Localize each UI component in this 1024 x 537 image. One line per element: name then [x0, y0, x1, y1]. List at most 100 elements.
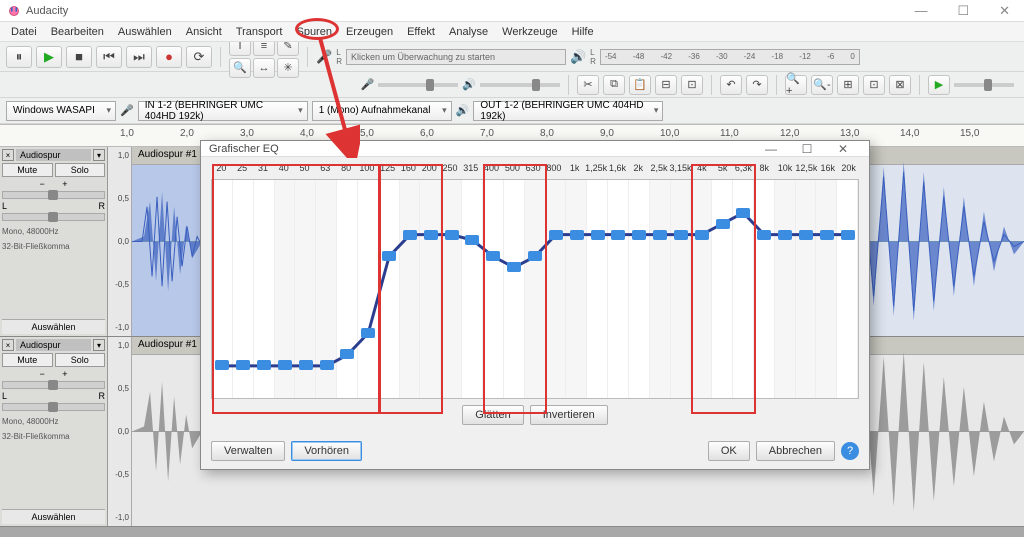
gain-slider[interactable] [2, 381, 105, 389]
eq-band-slider-100[interactable] [361, 328, 375, 338]
menu-transport[interactable]: Transport [229, 24, 290, 40]
pan-slider[interactable] [2, 213, 105, 221]
maximize-button[interactable]: ☐ [951, 3, 975, 19]
track-select-button[interactable]: Auswählen [2, 319, 105, 334]
eq-band-slider-1,6k[interactable] [611, 230, 625, 240]
menu-bearbeiten[interactable]: Bearbeiten [44, 24, 111, 40]
eq-band-slider-400[interactable] [486, 251, 500, 261]
audio-host-combo[interactable]: Windows WASAPI [6, 101, 116, 121]
eq-band-slider-25[interactable] [236, 360, 250, 370]
eq-band-slider-80[interactable] [340, 349, 354, 359]
menu-datei[interactable]: Datei [4, 24, 44, 40]
output-device-combo[interactable]: OUT 1-2 (BEHRINGER UMC 404HD 192k) [473, 101, 663, 121]
menu-erzeugen[interactable]: Erzeugen [339, 24, 400, 40]
pause-button[interactable]: ⏸ [6, 46, 32, 68]
eq-band-slider-3,15k[interactable] [674, 230, 688, 240]
input-device-combo[interactable]: IN 1-2 (BEHRINGER UMC 404HD 192k) [138, 101, 308, 121]
cancel-button[interactable]: Abbrechen [756, 441, 835, 461]
eq-band-slider-12,5k[interactable] [799, 230, 813, 240]
track-menu-button[interactable]: ▾ [93, 339, 105, 351]
trim-button[interactable]: ⊟ [655, 75, 677, 95]
playback-meter[interactable]: -54-48-42-36-30-24-18-12-60 [600, 49, 860, 65]
invert-button[interactable]: Invertieren [530, 405, 608, 425]
eq-band-slider-40[interactable] [278, 360, 292, 370]
eq-band-slider-10k[interactable] [778, 230, 792, 240]
eq-band-slider-125[interactable] [382, 251, 396, 261]
zoom-toggle-button[interactable]: ⊠ [889, 75, 911, 95]
paste-button[interactable]: 📋 [629, 75, 651, 95]
eq-band-slider-31[interactable] [257, 360, 271, 370]
record-button[interactable]: ● [156, 46, 182, 68]
mute-button[interactable]: Mute [2, 353, 53, 367]
eq-band-slider-250[interactable] [445, 230, 459, 240]
dialog-maximize-button[interactable]: ☐ [789, 142, 825, 156]
eq-band-slider-2k[interactable] [632, 230, 646, 240]
eq-band-slider-20[interactable] [215, 360, 229, 370]
playback-volume-slider[interactable] [480, 83, 560, 87]
menu-ansicht[interactable]: Ansicht [179, 24, 229, 40]
mute-button[interactable]: Mute [2, 163, 53, 177]
stop-button[interactable]: ■ [66, 46, 92, 68]
menu-effekt[interactable]: Effekt [400, 24, 442, 40]
eq-band-slider-500[interactable] [507, 262, 521, 272]
preview-button[interactable]: Vorhören [291, 441, 362, 461]
mic-volume-slider[interactable] [378, 83, 458, 87]
dialog-titlebar[interactable]: Grafischer EQ — ☐ ✕ [201, 141, 869, 157]
play-speed-slider[interactable] [954, 83, 1014, 87]
cut-button[interactable]: ✂ [577, 75, 599, 95]
track-menu-button[interactable]: ▾ [93, 149, 105, 161]
skip-end-button[interactable]: ⏭ [126, 46, 152, 68]
menu-analyse[interactable]: Analyse [442, 24, 495, 40]
skip-start-button[interactable]: ⏮ [96, 46, 122, 68]
play-button[interactable]: ▶ [36, 46, 62, 68]
dialog-close-button[interactable]: ✕ [825, 142, 861, 156]
timeshift-tool[interactable]: ↔ [253, 58, 275, 78]
solo-button[interactable]: Solo [55, 163, 106, 177]
fit-selection-button[interactable]: ⊞ [837, 75, 859, 95]
minimize-button[interactable]: — [908, 3, 933, 19]
flatten-button[interactable]: Glätten [462, 405, 523, 425]
track-name[interactable]: Audiospur [16, 339, 91, 351]
eq-band-slider-20k[interactable] [841, 230, 855, 240]
track-close-button[interactable]: × [2, 339, 14, 351]
close-button[interactable]: ✕ [993, 3, 1016, 19]
ok-button[interactable]: OK [708, 441, 750, 461]
manage-button[interactable]: Verwalten [211, 441, 285, 461]
dialog-minimize-button[interactable]: — [753, 142, 789, 156]
eq-band-slider-800[interactable] [549, 230, 563, 240]
eq-band-slider-50[interactable] [299, 360, 313, 370]
menu-werkzeuge[interactable]: Werkzeuge [495, 24, 564, 40]
eq-band-slider-315[interactable] [465, 235, 479, 245]
silence-button[interactable]: ⊡ [681, 75, 703, 95]
eq-band-slider-1,25k[interactable] [591, 230, 605, 240]
eq-band-slider-6,3k[interactable] [736, 208, 750, 218]
input-channels-combo[interactable]: 1 (Mono) Aufnahmekanal [312, 101, 452, 121]
multi-tool[interactable]: ✳ [277, 58, 299, 78]
eq-band-slider-16k[interactable] [820, 230, 834, 240]
track-close-button[interactable]: × [2, 149, 14, 161]
menu-spuren[interactable]: Spuren [289, 24, 338, 40]
redo-button[interactable]: ↷ [746, 75, 768, 95]
gain-slider[interactable] [2, 191, 105, 199]
menu-auswaehlen[interactable]: Auswählen [111, 24, 179, 40]
eq-band-slider-160[interactable] [403, 230, 417, 240]
eq-band-slider-63[interactable] [320, 360, 334, 370]
solo-button[interactable]: Solo [55, 353, 106, 367]
menu-hilfe[interactable]: Hilfe [565, 24, 601, 40]
fit-project-button[interactable]: ⊡ [863, 75, 885, 95]
eq-band-slider-8k[interactable] [757, 230, 771, 240]
pan-slider[interactable] [2, 403, 105, 411]
eq-graph[interactable] [211, 179, 859, 399]
zoom-out-button[interactable]: 🔍- [811, 75, 833, 95]
help-button[interactable]: ? [841, 442, 859, 460]
eq-band-slider-1k[interactable] [570, 230, 584, 240]
copy-button[interactable]: ⧉ [603, 75, 625, 95]
track-name[interactable]: Audiospur [16, 149, 91, 161]
eq-band-slider-4k[interactable] [695, 230, 709, 240]
eq-band-slider-2,5k[interactable] [653, 230, 667, 240]
recording-meter[interactable]: Klicken um Überwachung zu starten [346, 49, 566, 65]
zoom-tool[interactable]: 🔍 [229, 58, 251, 78]
track-select-button[interactable]: Auswählen [2, 509, 105, 524]
loop-button[interactable]: ⟳ [186, 46, 212, 68]
play-at-speed-button[interactable]: ▶ [928, 75, 950, 95]
